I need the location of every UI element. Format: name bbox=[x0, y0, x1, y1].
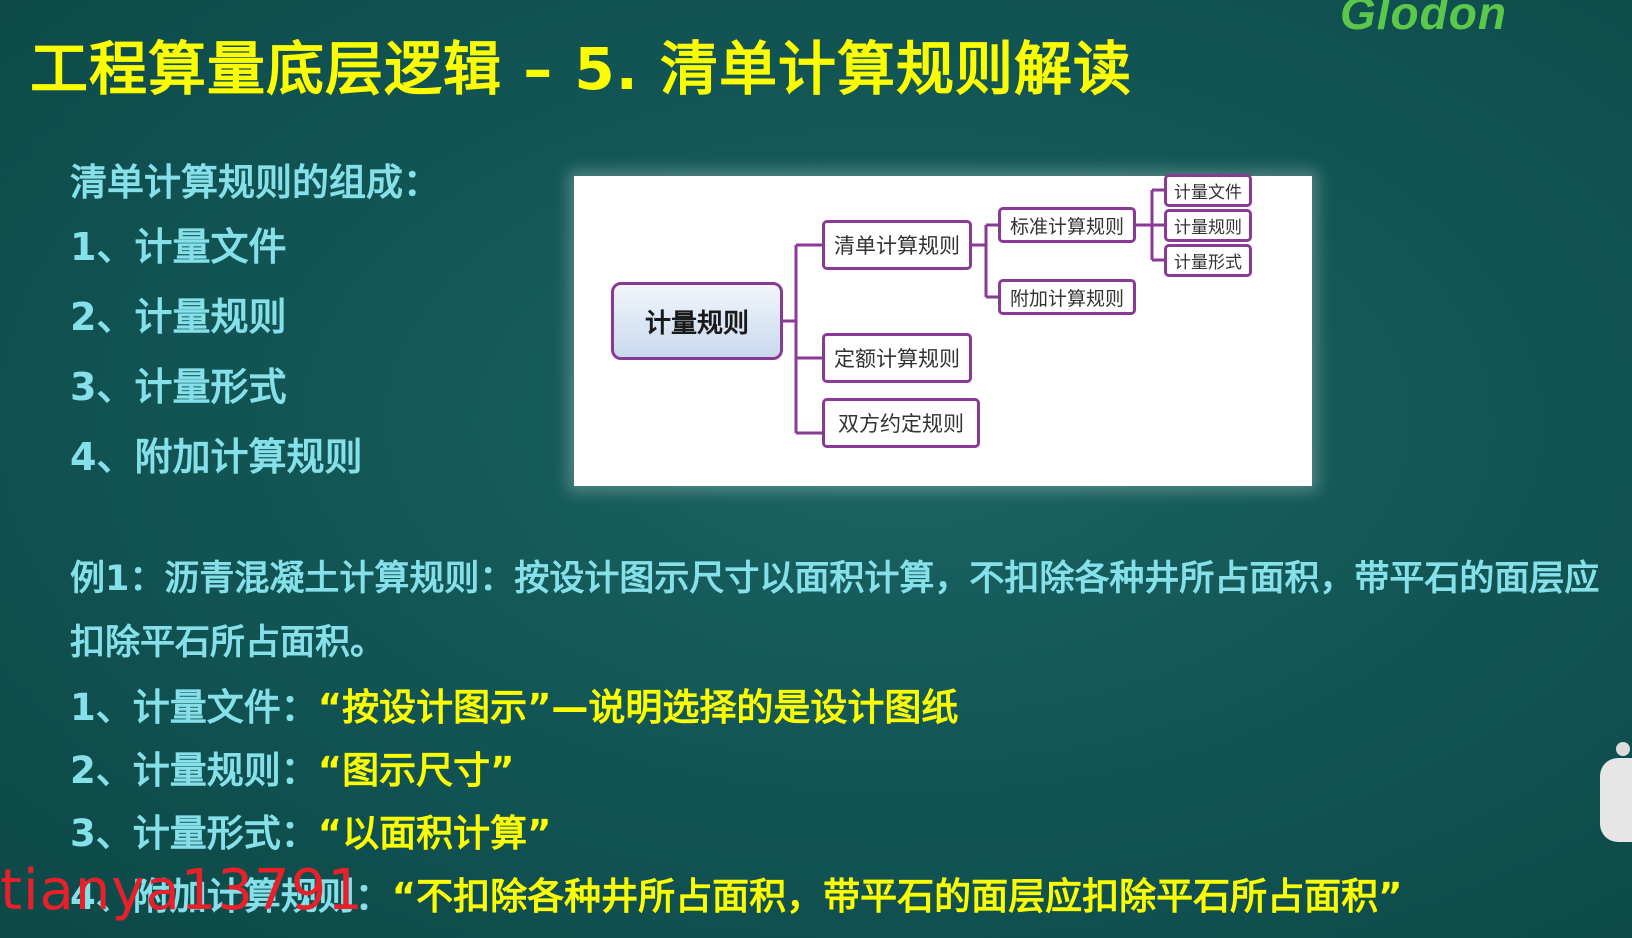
side-floating-widget[interactable] bbox=[1600, 758, 1632, 842]
example-text-line1: 例1：沥青混凝土计算规则：按设计图示尺寸以面积计算，不扣除各种井所占面积，带平石… bbox=[70, 559, 1600, 599]
node-measurement-rules: 计量规则 bbox=[611, 282, 783, 360]
node-measure-doc: 计量文件 bbox=[1164, 174, 1252, 207]
node-standard-rules: 标准计算规则 bbox=[998, 207, 1136, 243]
mapping-row: 3、计量形式：“以面积计算” bbox=[70, 803, 551, 857]
composition-heading: 清单计算规则的组成： bbox=[70, 161, 440, 204]
slide-title: 工程算量底层逻辑 – 5. 清单计算规则解读 bbox=[30, 35, 1132, 103]
node-mutual-rules: 双方约定规则 bbox=[822, 398, 980, 448]
node-additional-rules: 附加计算规则 bbox=[998, 279, 1136, 315]
node-bill-rules: 清单计算规则 bbox=[822, 220, 972, 270]
qd-connector bbox=[972, 223, 998, 299]
rule-mindmap: 计量规则 清单计算规则 定额计算规则 双方约定规则 标准计算规则 附加计算规则 … bbox=[574, 174, 1312, 486]
bz-connector bbox=[1136, 188, 1164, 262]
watermark-text: tianya13791 bbox=[0, 858, 364, 923]
mapping-quote: “按设计图示”—说明选择的是设计图纸 bbox=[317, 686, 959, 729]
mapping-quote: “图示尺寸” bbox=[317, 749, 515, 792]
composition-item: 2、计量规则 bbox=[70, 295, 287, 339]
node-measure-form: 计量形式 bbox=[1164, 244, 1252, 277]
mapping-label: 2、计量规则： bbox=[70, 749, 318, 792]
composition-item: 4、附加计算规则 bbox=[70, 435, 363, 479]
node-measure-rule: 计量规则 bbox=[1164, 209, 1252, 242]
mapping-label: 1、计量文件： bbox=[70, 686, 318, 729]
composition-item: 3、计量形式 bbox=[70, 365, 287, 409]
root-connector bbox=[783, 243, 822, 435]
mapping-quote: “不扣除各种井所占面积，带平石的面层应扣除平石所占面积” bbox=[391, 875, 1403, 918]
composition-item: 1、计量文件 bbox=[70, 225, 287, 269]
side-widget-dot bbox=[1616, 742, 1630, 756]
node-quota-rules: 定额计算规则 bbox=[822, 333, 972, 383]
mapping-quote: “以面积计算” bbox=[317, 812, 552, 855]
composition-list: 1、计量文件 2、计量规则 3、计量形式 4、附加计算规则 bbox=[70, 222, 362, 502]
mapping-row: 1、计量文件：“按设计图示”—说明选择的是设计图纸 bbox=[70, 677, 958, 731]
glodon-logo: Glodon bbox=[1340, 0, 1507, 39]
mapping-row: 2、计量规则：“图示尺寸” bbox=[70, 740, 514, 794]
mapping-label: 3、计量形式： bbox=[70, 812, 318, 855]
example-text-line2: 扣除平石所占面积。 bbox=[70, 623, 386, 663]
